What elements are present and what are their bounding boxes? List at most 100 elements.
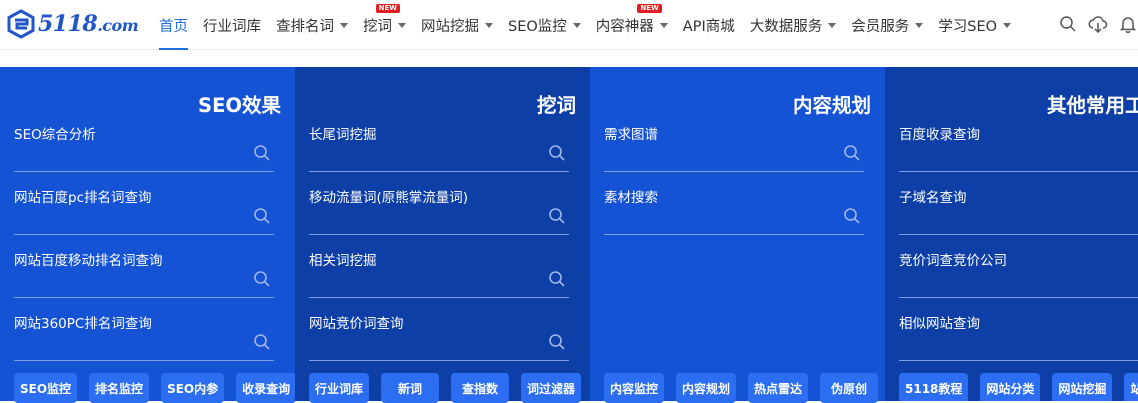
field-label: 移动流量词(原熊掌流量词)	[309, 190, 469, 206]
column-title: 挖词	[536, 94, 576, 117]
top-navbar: 5118.com 首页 行业词库 查排名词 挖词 NEW 网站挖掘 SEO监控 内容神器 NEW…	[0, 0, 1138, 50]
tool-search-field[interactable]: 网站360PC排名词查询	[14, 312, 274, 361]
field-label: 子域名查询	[899, 190, 967, 206]
search-icon[interactable]	[843, 207, 861, 225]
quick-tag-button[interactable]: 网站挖掘	[1052, 373, 1113, 401]
field-label: 相似网站查询	[899, 316, 980, 332]
search-icon[interactable]	[253, 144, 271, 162]
quick-tags: SEO监控 排名监控 SEO内参 收录查询	[14, 373, 297, 403]
search-icon[interactable]	[548, 333, 566, 351]
nav-item-label: SEO监控	[508, 18, 567, 35]
nav-item[interactable]: 内容神器 NEW	[596, 0, 668, 50]
tool-column: 挖词长尾词挖掘移动流量词(原熊掌流量词) 相关词挖掘网站竞价词查询行业词库 新词 查指…	[295, 67, 590, 403]
tool-search-field[interactable]: 移动流量词(原熊掌流量词)	[309, 186, 569, 235]
quick-tag-button[interactable]: 行业词库	[309, 373, 370, 403]
column-title: SEO效果	[198, 94, 281, 117]
field-label: 长尾词挖掘	[309, 127, 377, 143]
quick-tag-button[interactable]: 内容监控	[604, 373, 665, 403]
search-icon[interactable]	[253, 270, 271, 288]
quick-tag-button[interactable]: SEO监控	[14, 373, 78, 403]
tool-search-field[interactable]: 长尾词挖掘	[309, 123, 569, 172]
column-title: 其他常用工具	[1047, 94, 1138, 117]
tool-search-field[interactable]: 竞价词查竞价公司	[899, 249, 1138, 298]
caret-down-icon	[1003, 22, 1012, 28]
nav-item[interactable]: 网站挖掘	[421, 0, 493, 50]
field-label: 竞价词查竞价公司	[899, 253, 1007, 269]
search-icon[interactable]	[548, 207, 566, 225]
nav-item-label: 内容神器	[595, 18, 654, 35]
logo[interactable]: 5118.com	[6, 9, 139, 39]
quick-tag-button[interactable]: 词过滤器	[521, 373, 582, 403]
tool-column: 内容规划 需求图谱 素材搜索 内容监控 内容规划 热点雷达 伪原创	[590, 67, 885, 403]
new-badge: NEW	[637, 4, 662, 13]
quick-tag-button[interactable]: SEO内参	[161, 373, 225, 403]
tool-search-field[interactable]: 网站百度pc排名词查询	[14, 186, 274, 235]
tool-column: SEO效果 SEO综合分析网站百度pc排名词查询 网站百度移动排名词查询 网站360P…	[0, 67, 297, 403]
header-tools	[1058, 13, 1138, 35]
tool-search-field[interactable]: 子域名查询	[899, 186, 1138, 235]
quick-tag-button[interactable]: 伪原创	[820, 373, 879, 403]
field-label: 相关词挖掘	[309, 253, 377, 269]
quick-tags: 行业词库 新词 查指数 词过滤器	[309, 373, 582, 403]
search-icon[interactable]	[253, 333, 271, 351]
quick-tag-button[interactable]: 收录查询	[236, 373, 297, 403]
nav-item[interactable]: 查排名词	[276, 0, 348, 50]
nav-item-label: 首页	[159, 18, 188, 35]
search-icon[interactable]	[548, 144, 566, 162]
tool-search-field[interactable]: 素材搜索	[604, 186, 864, 235]
nav-item[interactable]: 首页	[159, 0, 188, 50]
quick-tag-button[interactable]: 新词	[381, 373, 440, 403]
caret-down-icon	[659, 22, 668, 28]
nav-item[interactable]: 行业词库	[203, 0, 261, 50]
tool-search-field[interactable]: 相关词挖掘	[309, 249, 569, 298]
nav-item-label: 挖词	[363, 18, 392, 35]
caret-down-icon	[485, 22, 493, 28]
search-icon[interactable]	[253, 207, 271, 225]
nav-item[interactable]: 学习SEO	[938, 0, 1012, 50]
quick-tag-button[interactable]: 热点雷达	[748, 373, 809, 403]
field-label: 网站竞价词查询	[309, 316, 404, 332]
tool-search-field[interactable]: 百度收录查询	[899, 123, 1138, 172]
logo-text: 5118.com	[38, 11, 139, 37]
column-title: 内容规划	[792, 94, 871, 117]
quick-tag-button[interactable]: 内容规划	[676, 373, 737, 403]
quick-tags: 内容监控 内容规划 热点雷达 伪原创	[604, 373, 879, 403]
nav-item-label: 大数据服务	[749, 18, 823, 35]
quick-tag-button[interactable]: 网站分类	[980, 373, 1041, 401]
search-icon[interactable]	[843, 144, 861, 162]
nav-item[interactable]: 会员服务	[851, 0, 924, 50]
quick-tags: 5118教程网站分类网站挖掘站长帮手	[899, 373, 1138, 401]
tool-search-field[interactable]: 网站竞价词查询	[309, 312, 569, 361]
caret-down-icon	[398, 22, 406, 28]
cloud-download-icon[interactable]	[1088, 13, 1108, 35]
quick-tag-button[interactable]: 站长帮手	[1124, 373, 1138, 401]
search-icon[interactable]	[1058, 13, 1078, 35]
quick-tag-button[interactable]: 5118教程	[899, 373, 969, 401]
tool-column: 其他常用工具百度收录查询子域名查询竞价词查竞价公司相似网站查询 5118教程网站分…	[885, 67, 1138, 401]
main-nav: 首页 行业词库 查排名词 挖词 NEW 网站挖掘 SEO监控 内容神器 NEW API商城 大数据服…	[159, 0, 1026, 50]
nav-item-label: 会员服务	[851, 18, 910, 35]
nav-item-label: 网站挖掘	[421, 18, 479, 35]
nav-item[interactable]: 大数据服务	[750, 0, 837, 50]
nav-item-label: 行业词库	[203, 18, 261, 35]
nav-item-label: 学习SEO	[938, 18, 998, 35]
field-label: 需求图谱	[604, 127, 658, 143]
tool-search-field[interactable]: 需求图谱	[604, 123, 864, 172]
nav-item[interactable]: SEO监控	[508, 0, 581, 50]
quick-tag-button[interactable]: 排名监控	[89, 373, 150, 403]
field-label: 网站百度移动排名词查询	[14, 253, 163, 269]
field-label: 网站360PC排名词查询	[14, 316, 152, 332]
quick-tag-button[interactable]: 查指数	[451, 373, 510, 403]
tool-search-field[interactable]: SEO综合分析	[14, 123, 274, 172]
nav-item[interactable]: 挖词 NEW	[363, 0, 406, 50]
field-label: 百度收录查询	[899, 127, 980, 143]
tool-search-field[interactable]: 相似网站查询	[899, 312, 1138, 361]
caret-down-icon	[572, 22, 581, 28]
bell-icon[interactable]	[1118, 13, 1138, 35]
field-label: 网站百度pc排名词查询	[14, 190, 152, 206]
search-icon[interactable]	[548, 270, 566, 288]
caret-down-icon	[828, 22, 837, 28]
nav-item[interactable]: API商城	[683, 0, 735, 50]
tools-panel: SEO效果 SEO综合分析网站百度pc排名词查询 网站百度移动排名词查询 网站360P…	[0, 67, 1138, 403]
tool-search-field[interactable]: 网站百度移动排名词查询	[14, 249, 274, 298]
